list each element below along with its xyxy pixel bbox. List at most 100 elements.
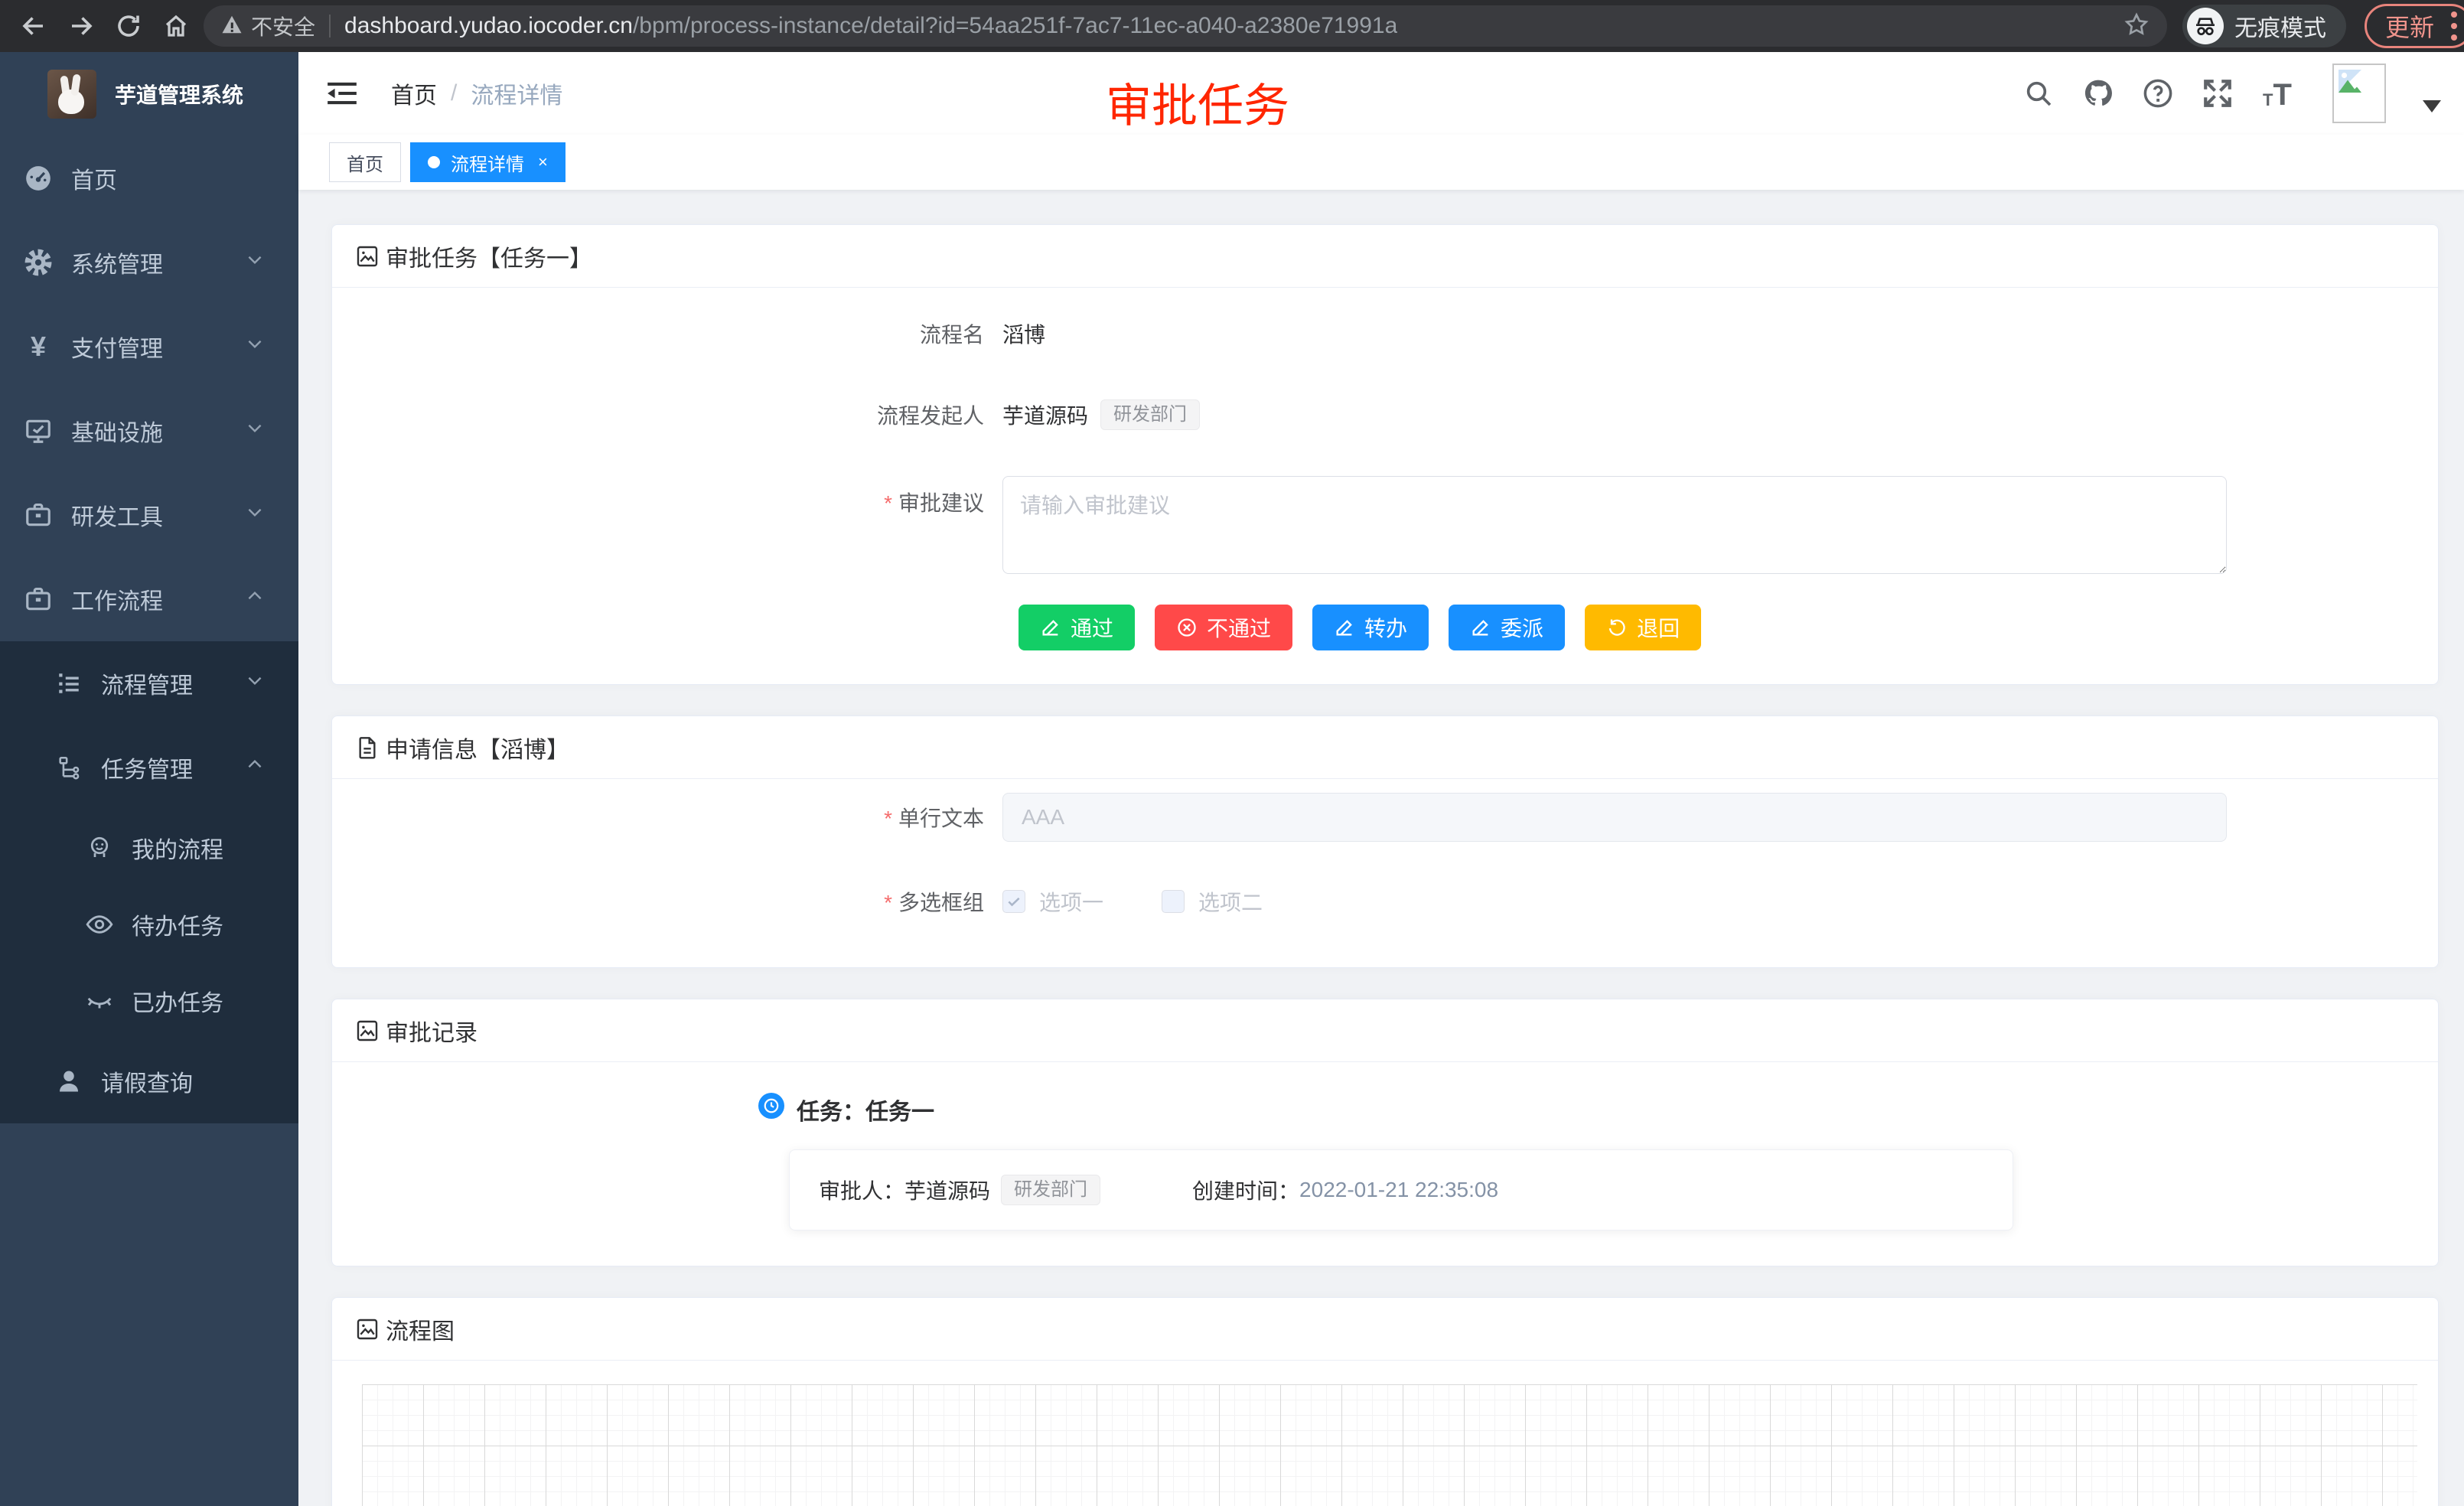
process-name-value: 滔博 xyxy=(1002,318,1045,349)
chevron-down-icon xyxy=(245,670,265,696)
browser-update-button[interactable]: 更新 xyxy=(2365,4,2464,48)
sidebar-item-done-tasks[interactable]: 已办任务 xyxy=(0,963,298,1039)
breadcrumb-current: 流程详情 xyxy=(471,77,562,110)
return-button[interactable]: 退回 xyxy=(1585,605,1701,650)
checkbox-option-1: 选项一 xyxy=(1002,886,1103,917)
chevron-up-icon xyxy=(245,586,265,612)
help-icon[interactable] xyxy=(2141,77,2175,110)
checkbox-group-label: *多选框组 xyxy=(363,886,1002,917)
approve-button[interactable]: 通过 xyxy=(1019,605,1135,650)
app-logo xyxy=(47,70,96,119)
tab-process-detail[interactable]: 流程详情 × xyxy=(410,142,565,182)
browser-back-icon[interactable] xyxy=(14,6,54,46)
timeline-clock-icon xyxy=(758,1093,784,1119)
initiator-value: 芋道源码 xyxy=(1002,399,1088,430)
flow-diagram-card: 流程图 xyxy=(331,1297,2439,1506)
document-icon xyxy=(355,735,380,760)
card-title: 申请信息【滔博】 xyxy=(386,731,569,764)
chevron-down-icon xyxy=(245,334,265,360)
main-area: 首页 / 流程详情 审批任务 TT 首页 xyxy=(298,52,2464,1506)
sidebar-item-leave-query[interactable]: 请假查询 xyxy=(0,1039,298,1123)
sidebar-item-process-mgmt[interactable]: 流程管理 xyxy=(0,641,298,725)
sidebar: 芋道管理系统 首页 系统管理 ¥ 支付管理 基础设施 研发工具 xyxy=(0,52,298,1506)
sidebar-item-devtools[interactable]: 研发工具 xyxy=(0,473,298,557)
security-label[interactable]: 不安全 xyxy=(251,11,315,41)
card-title: 流程图 xyxy=(386,1312,455,1346)
tab-close-icon[interactable]: × xyxy=(538,152,548,172)
sidebar-item-task-mgmt[interactable]: 任务管理 xyxy=(0,725,298,810)
search-icon[interactable] xyxy=(2022,77,2055,110)
sidebar-item-payment[interactable]: ¥ 支付管理 xyxy=(0,305,298,389)
active-tab-dot xyxy=(428,156,440,168)
font-size-icon[interactable]: TT xyxy=(2260,77,2294,110)
approval-records-card: 审批记录 任务：任务一 审批人： 芋道源码 研发部门 创建时间： 2022-01… xyxy=(331,999,2439,1266)
chevron-down-icon xyxy=(245,249,265,275)
checkbox-unchecked-icon xyxy=(1162,890,1185,913)
breadcrumb-home[interactable]: 首页 xyxy=(391,77,437,110)
picture-outline-icon xyxy=(355,1317,380,1341)
card-title: 审批记录 xyxy=(386,1014,477,1048)
process-name-label: 流程名 xyxy=(363,318,1002,349)
url-text[interactable]: dashboard.yudao.iocoder.cn/bpm/process-i… xyxy=(344,13,1397,39)
sidebar-item-infra[interactable]: 基础设施 xyxy=(0,389,298,473)
toolbox-icon xyxy=(23,500,54,530)
avatar[interactable] xyxy=(2332,64,2386,123)
tab-home[interactable]: 首页 xyxy=(329,142,401,182)
yen-icon: ¥ xyxy=(23,331,54,362)
bpmn-canvas[interactable] xyxy=(362,1384,2417,1506)
delegate-button[interactable]: 委派 xyxy=(1449,605,1565,650)
checkbox-option-2: 选项二 xyxy=(1162,886,1263,917)
list-icon xyxy=(54,668,84,699)
approver-value: 芋道源码 xyxy=(904,1175,990,1205)
face-icon xyxy=(84,833,115,863)
workflow-submenu: 流程管理 任务管理 我的流程 待办任务 已办任务 xyxy=(0,641,298,1123)
avatar-caret-icon[interactable] xyxy=(2423,100,2441,112)
checkbox-checked-icon xyxy=(1002,890,1025,913)
page-content: 审批任务【任务一】 流程名 滔博 流程发起人 芋道源码 研发部门 *审批建议 xyxy=(298,190,2464,1506)
app-header: 首页 / 流程详情 审批任务 TT xyxy=(298,52,2464,135)
dashboard-icon xyxy=(23,163,54,194)
approval-timeline: 任务：任务一 审批人： 芋道源码 研发部门 创建时间： 2022-01-21 2… xyxy=(797,1093,2407,1231)
browser-home-icon[interactable] xyxy=(156,6,196,46)
sidebar-item-home[interactable]: 首页 xyxy=(0,136,298,220)
gear-icon xyxy=(23,247,54,278)
briefcase-icon xyxy=(23,584,54,614)
update-label[interactable]: 更新 xyxy=(2385,8,2434,44)
app-title: 芋道管理系统 xyxy=(115,79,243,109)
browser-toolbar: 不安全 dashboard.yudao.iocoder.cn/bpm/proce… xyxy=(0,0,2464,52)
not-secure-warning-icon xyxy=(220,13,243,40)
created-time-label: 创建时间： xyxy=(1192,1175,1299,1205)
tags-view-bar: 首页 流程详情 × xyxy=(298,135,2464,190)
user-icon xyxy=(54,1066,84,1097)
transfer-button[interactable]: 转办 xyxy=(1312,605,1429,650)
fullscreen-icon[interactable] xyxy=(2201,77,2234,110)
chevron-up-icon xyxy=(245,755,265,781)
picture-outline-icon xyxy=(355,244,380,269)
address-bar[interactable]: 不安全 dashboard.yudao.iocoder.cn/bpm/proce… xyxy=(204,5,2167,47)
browser-reload-icon[interactable] xyxy=(109,6,148,46)
incognito-label: 无痕模式 xyxy=(2234,9,2326,43)
approval-record-item: 审批人： 芋道源码 研发部门 创建时间： 2022-01-21 22:35:08 xyxy=(789,1149,2013,1231)
approval-task-card: 审批任务【任务一】 流程名 滔博 流程发起人 芋道源码 研发部门 *审批建议 xyxy=(331,224,2439,685)
eye-icon xyxy=(84,909,115,940)
app-logo-row: 芋道管理系统 xyxy=(0,52,298,136)
sidebar-item-my-process[interactable]: 我的流程 xyxy=(0,810,298,886)
reject-button[interactable]: 不通过 xyxy=(1155,605,1292,650)
monitor-icon xyxy=(23,416,54,446)
tree-icon xyxy=(54,752,84,783)
application-info-card: 申请信息【滔博】 *单行文本 *多选框组 选项一 xyxy=(331,716,2439,968)
sidebar-item-todo-tasks[interactable]: 待办任务 xyxy=(0,886,298,963)
chevron-down-icon xyxy=(245,418,265,444)
suggestion-textarea[interactable] xyxy=(1002,476,2227,574)
initiator-dept-tag: 研发部门 xyxy=(1100,399,1200,430)
bookmark-star-icon[interactable] xyxy=(2123,11,2150,42)
sidebar-item-system[interactable]: 系统管理 xyxy=(0,220,298,305)
incognito-icon xyxy=(2187,8,2224,44)
incognito-badge: 无痕模式 xyxy=(2182,5,2346,47)
browser-menu-icon[interactable] xyxy=(2451,11,2457,41)
approver-dept-tag: 研发部门 xyxy=(1001,1175,1100,1205)
collapse-sidebar-icon[interactable] xyxy=(325,77,359,110)
github-icon[interactable] xyxy=(2081,77,2115,110)
browser-forward-icon[interactable] xyxy=(61,6,101,46)
sidebar-item-workflow[interactable]: 工作流程 xyxy=(0,557,298,641)
